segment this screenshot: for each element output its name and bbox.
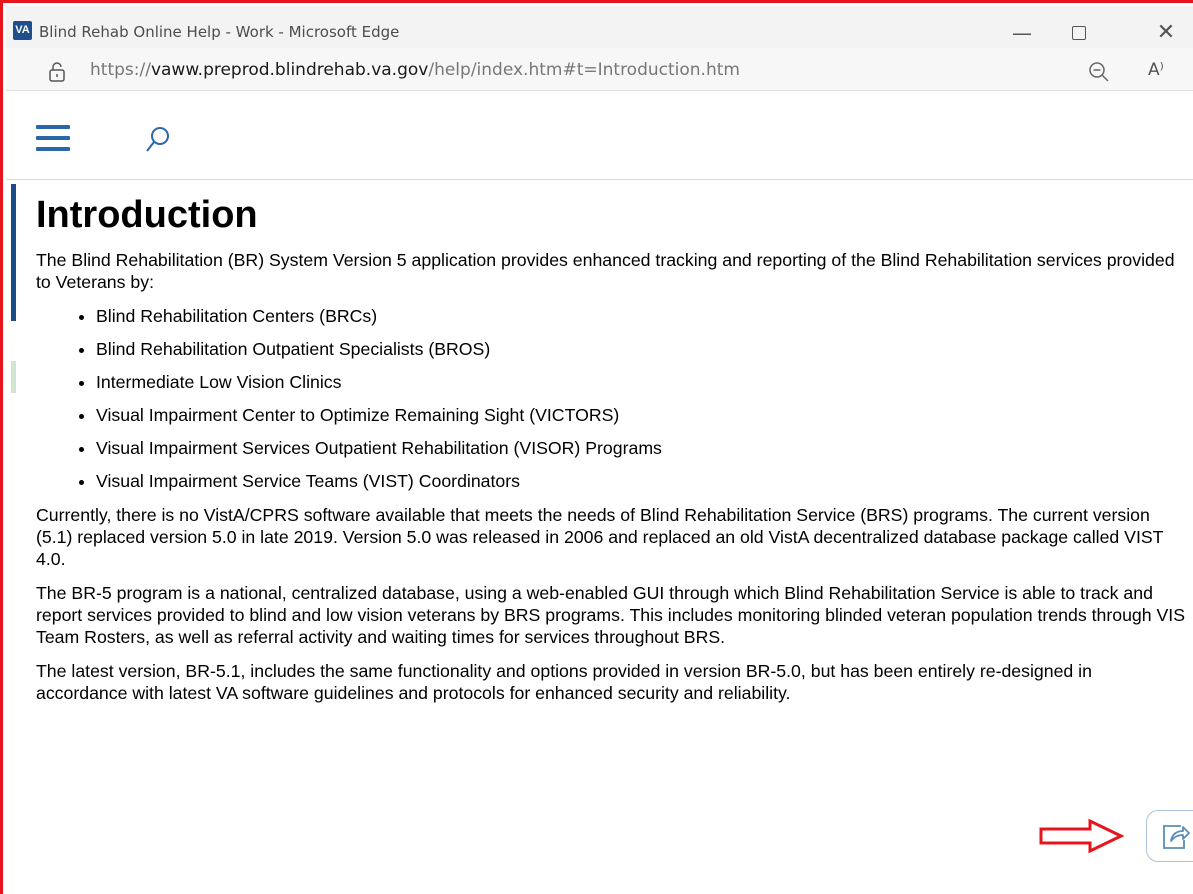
browser-window: VA Blind Rehab Online Help - Work - Micr…: [6, 6, 1193, 894]
address-bar[interactable]: https://vaww.preprod.blindrehab.va.gov/h…: [6, 48, 1193, 91]
url-field[interactable]: https://vaww.preprod.blindrehab.va.gov/h…: [90, 60, 740, 80]
list-item: Blind Rehabilitation Outpatient Speciali…: [96, 338, 1186, 360]
help-content: Introduction The Blind Rehabilitation (B…: [36, 191, 1186, 716]
minimize-button[interactable]: —: [1002, 18, 1042, 48]
window-title: Blind Rehab Online Help - Work - Microso…: [39, 23, 400, 41]
zoom-out-icon[interactable]: [1088, 61, 1110, 83]
list-item: Blind Rehabilitation Centers (BRCs): [96, 305, 1186, 327]
intro-paragraph: The Blind Rehabilitation (BR) System Ver…: [36, 250, 1175, 292]
list-item: Intermediate Low Vision Clinics: [96, 371, 1186, 393]
maximize-button[interactable]: [1072, 26, 1086, 40]
url-scheme: https://: [90, 60, 151, 80]
br5-program-paragraph: The BR-5 program is a national, centrali…: [36, 583, 1186, 647]
list-item: Visual Impairment Center to Optimize Rem…: [96, 404, 1186, 426]
toc-scroll-indicator: [11, 184, 16, 321]
list-item: Visual Impairment Service Teams (VIST) C…: [96, 470, 1186, 492]
url-host: vaww.preprod.blindrehab.va.gov: [150, 60, 429, 80]
share-button[interactable]: [1146, 810, 1193, 862]
url-path: /help/index.htm#t=Introduction.htm: [428, 60, 740, 80]
share-icon: [1163, 825, 1190, 849]
hamburger-menu-icon[interactable]: [36, 125, 70, 151]
lock-icon[interactable]: [48, 62, 66, 82]
toc-scroll-indicator-secondary: [11, 361, 16, 393]
current-software-paragraph: Currently, there is no VistA/CPRS softwa…: [36, 505, 1164, 569]
va-app-icon: VA: [13, 21, 32, 40]
search-icon[interactable]: [144, 125, 174, 155]
close-button[interactable]: ✕: [1146, 18, 1186, 48]
window-frame: VA Blind Rehab Online Help - Work - Micr…: [0, 0, 1193, 894]
latest-version-paragraph: The latest version, BR-5.1, includes the…: [36, 661, 1092, 703]
read-aloud-icon[interactable]: A⁾: [1148, 60, 1164, 80]
help-toolbar: [6, 91, 1193, 180]
red-arrow-annotation: [1039, 818, 1124, 854]
services-list: Blind Rehabilitation Centers (BRCs) Blin…: [36, 305, 1186, 492]
title-bar[interactable]: VA Blind Rehab Online Help - Work - Micr…: [6, 6, 1193, 48]
page-title: Introduction: [36, 194, 258, 236]
list-item: Visual Impairment Services Outpatient Re…: [96, 437, 1186, 459]
